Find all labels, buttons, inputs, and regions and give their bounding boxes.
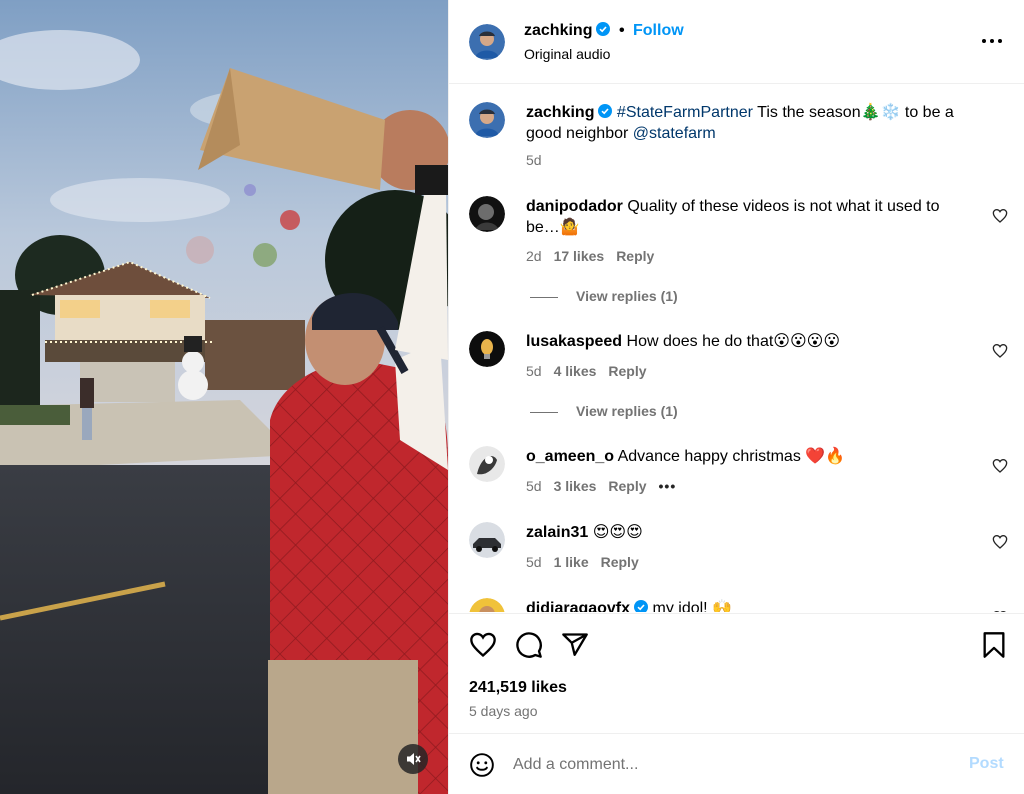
reply-button[interactable]: Reply [608,363,646,379]
post-details-panel: zachking • Follow Original audio zachkin… [448,0,1024,794]
post-time: 5 days ago [469,703,538,719]
caption-avatar[interactable] [469,102,505,138]
video-player[interactable] [0,0,448,794]
comment-composer: Post [449,733,1024,794]
verified-badge-icon [598,104,613,118]
like-comment-heart-icon[interactable] [992,458,1008,474]
comment-meta: 5d 1 like Reply [526,554,651,570]
comment-text: o_ameen_o Advance happy christmas ❤️🔥 [526,446,966,467]
commenter-username[interactable]: zalain31 [526,524,588,541]
view-replies-button[interactable]: View replies (1) [530,288,678,304]
comment-meta: 2d 17 likes Reply [526,248,666,264]
more-options-icon[interactable] [979,33,1005,49]
comment-body: my idol! 🙌 [652,600,732,612]
comment-time: 5d [526,363,542,379]
replies-line [530,296,558,298]
reply-button[interactable]: Reply [616,248,654,264]
reply-button[interactable]: Reply [608,478,646,494]
like-comment-heart-icon[interactable] [992,208,1008,224]
comment-icon[interactable] [515,631,543,659]
comment-text: danipodador Quality of these videos is n… [526,196,966,238]
commenter-avatar[interactable] [469,331,505,367]
author-username[interactable]: zachking [524,22,611,40]
reply-button[interactable]: Reply [601,554,639,570]
comment-time: 5d [526,478,542,494]
caption-meta: 5d [526,152,554,168]
commenter-avatar[interactable] [469,196,505,232]
post-header: zachking • Follow Original audio [449,0,1024,84]
comments-list[interactable]: zachking #StateFarmPartner Tis the seaso… [449,85,1024,612]
comment-text: lusakaspeed How does he do that😮😮😮😮 [526,331,966,352]
bookmark-icon[interactable] [980,631,1008,659]
comment-meta: 5d 4 likes Reply [526,363,659,379]
commenter-avatar[interactable] [469,598,505,612]
comment-meta: 5d 3 likes Reply ••• [526,478,688,494]
like-comment-heart-icon[interactable] [992,343,1008,359]
heart-icon[interactable] [469,631,497,659]
commenter-username[interactable]: didiaragaovfx [526,600,630,612]
post-comment-button[interactable]: Post [969,755,1004,773]
mute-toggle-button[interactable] [398,744,428,774]
caption-username[interactable]: zachking [526,104,594,121]
like-comment-heart-icon[interactable] [992,610,1008,612]
comment-options-button[interactable]: ••• [659,478,677,494]
verified-badge-icon [634,600,649,612]
comment-time: 2d [526,248,542,264]
comment-time: 5d [526,554,542,570]
emoji-icon[interactable] [469,752,495,778]
comment-input[interactable] [513,752,943,778]
original-audio-link[interactable]: Original audio [524,46,610,62]
mute-icon [407,753,421,765]
comment-likes[interactable]: 1 like [554,554,589,570]
commenter-username[interactable]: danipodador [526,198,623,215]
share-icon[interactable] [561,631,589,659]
comment-likes[interactable]: 4 likes [554,363,597,379]
caption-text: zachking #StateFarmPartner Tis the seaso… [526,102,966,144]
commenter-avatar[interactable] [469,522,505,558]
commenter-avatar[interactable] [469,446,505,482]
view-replies-button[interactable]: View replies (1) [530,403,678,419]
hashtag-link[interactable]: #StateFarmPartner [617,104,753,121]
separator-dot: • [619,22,625,39]
caption-time: 5d [526,152,542,168]
verified-badge-icon [596,22,611,36]
video-frame [0,0,448,794]
follow-button[interactable]: Follow [633,22,684,40]
comment-likes[interactable]: 17 likes [554,248,605,264]
like-comment-heart-icon[interactable] [992,534,1008,550]
comment-text: didiaragaovfx my idol! 🙌 [526,598,966,612]
commenter-username[interactable]: o_ameen_o [526,448,614,465]
comment-text: zalain31 😍😍😍 [526,522,966,543]
mention-link[interactable]: @statefarm [633,125,716,142]
comment-body: Advance happy christmas ❤️🔥 [617,448,846,465]
likes-count[interactable]: 241,519 likes [469,679,567,697]
replies-line [530,411,558,413]
comment-body: 😍😍😍 [592,524,643,541]
comment-likes[interactable]: 3 likes [554,478,597,494]
comment-body: How does he do that😮😮😮😮 [626,333,840,350]
post-actions: 241,519 likes 5 days ago [449,613,1024,733]
author-avatar[interactable] [469,24,505,60]
commenter-username[interactable]: lusakaspeed [526,333,622,350]
